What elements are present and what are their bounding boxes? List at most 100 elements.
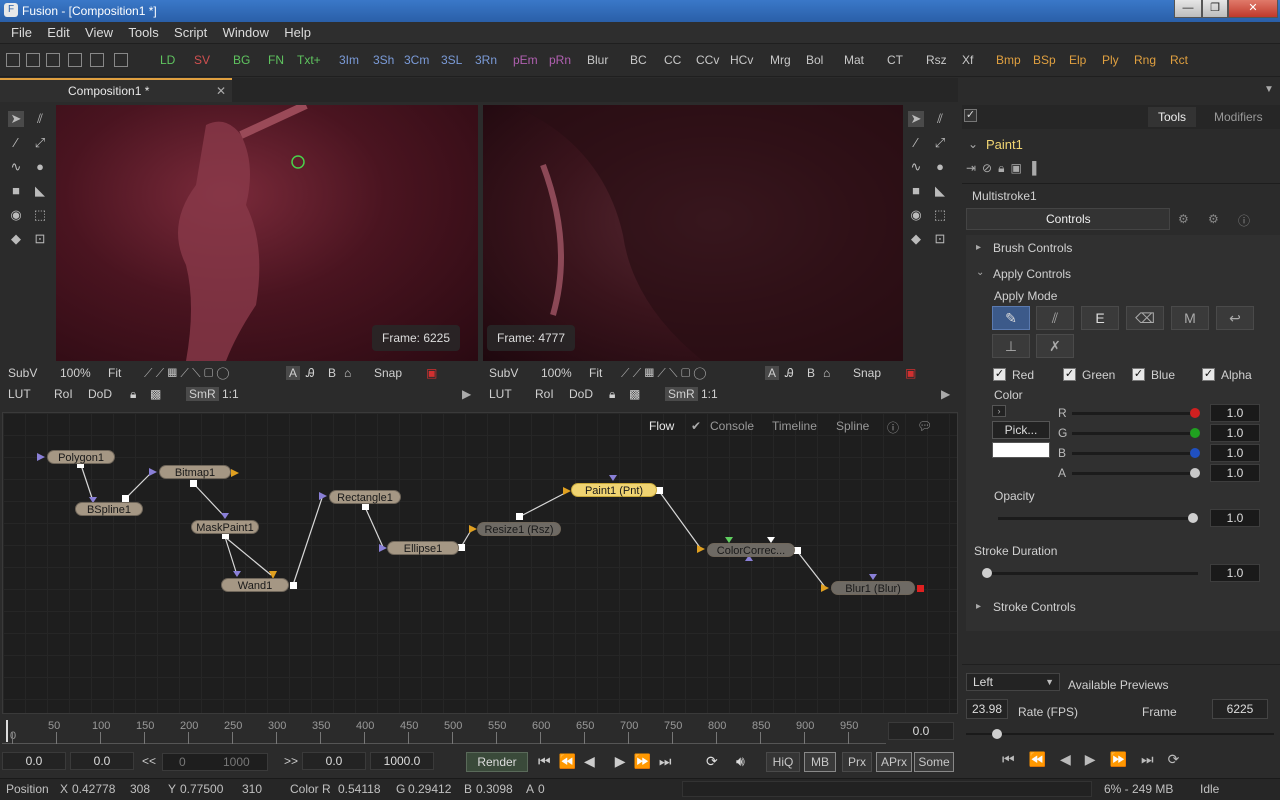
render-end-input[interactable]: 0.0 xyxy=(302,752,366,770)
multistroke-icon[interactable]: ⫽ xyxy=(32,111,48,127)
tool-button-fn[interactable]: FN xyxy=(268,53,284,67)
zoom-level[interactable]: 100% xyxy=(60,366,91,380)
aprx-button[interactable]: APrx xyxy=(876,752,912,772)
layout-tall-icon[interactable] xyxy=(90,53,104,67)
menu-file[interactable]: File xyxy=(5,22,38,43)
expand-icon[interactable]: ▸ xyxy=(976,242,981,253)
channel-b-value[interactable]: 1.0 xyxy=(1210,444,1260,462)
tool-button-mat[interactable]: Mat xyxy=(844,53,864,67)
hiq-button[interactable]: HiQ xyxy=(766,752,800,772)
fit-button[interactable]: Fit xyxy=(108,366,121,380)
menu-view[interactable]: View xyxy=(79,22,119,43)
b-toggle[interactable]: B xyxy=(807,366,815,380)
left-viewer[interactable]: Frame: 6225 xyxy=(56,105,478,361)
settings-icon[interactable]: ⚙ xyxy=(1208,212,1219,226)
channel-r-slider[interactable] xyxy=(1072,412,1194,415)
alpha-checkbox[interactable]: ✓ xyxy=(1202,368,1215,381)
channel-a-slider[interactable] xyxy=(1072,472,1194,475)
tool-button-rct[interactable]: Rct xyxy=(1170,53,1188,67)
menu-script[interactable]: Script xyxy=(168,22,213,43)
apply-wire-icon[interactable]: ✗ xyxy=(1036,334,1074,358)
tool-button-3rn[interactable]: 3Rn xyxy=(475,53,497,67)
tool-button-hcv[interactable]: HCv xyxy=(730,53,753,67)
guides-icon[interactable]: ⌂ xyxy=(823,366,830,380)
menu-tools[interactable]: Tools xyxy=(122,22,164,43)
color-expand-icon[interactable]: › xyxy=(992,405,1006,417)
polyline-icon[interactable]: ∿ xyxy=(8,159,24,175)
color-channel-icon[interactable]: ▣ xyxy=(905,366,916,380)
node-bitmap[interactable]: Bitmap1 xyxy=(159,465,231,479)
fill-icon[interactable]: ◣ xyxy=(32,183,48,199)
minimize-button[interactable]: — xyxy=(1174,0,1202,18)
tool-button-elp[interactable]: Elp xyxy=(1069,53,1086,67)
snap-button[interactable]: Snap xyxy=(853,366,881,380)
audio-icon[interactable]: 🔊︎ xyxy=(736,753,745,770)
node-colorcorrector[interactable]: ColorCorrec... xyxy=(707,543,795,557)
apply-stamp-icon[interactable]: ⊥ xyxy=(992,334,1030,358)
node-maskpaint[interactable]: MaskPaint1 xyxy=(191,520,259,534)
rate-input[interactable]: 23.98 xyxy=(966,699,1008,719)
close-button[interactable]: ✕ xyxy=(1228,0,1278,18)
snap-button[interactable]: Snap xyxy=(374,366,402,380)
lut-button[interactable]: LUT xyxy=(489,387,512,401)
maximize-button[interactable]: ❐ xyxy=(1202,0,1228,18)
tool-button-3im[interactable]: 3Im xyxy=(339,53,359,67)
transport-icons[interactable]: ⏮⏪◀ ▶⏩⏭ xyxy=(538,753,680,770)
brush-controls-header[interactable]: Brush Controls xyxy=(993,241,1072,255)
clone-icon[interactable]: ⤢ xyxy=(32,135,48,151)
tab-composition1[interactable]: Composition1 * ✕ xyxy=(0,78,232,102)
lut-button[interactable]: LUT xyxy=(8,387,31,401)
tool-button-prn[interactable]: pRn xyxy=(549,53,571,67)
b-toggle[interactable]: B xyxy=(328,366,336,380)
node-resize[interactable]: Resize1 (Rsz) xyxy=(477,522,561,536)
tool-button-ccv[interactable]: CCv xyxy=(696,53,719,67)
fill-icon[interactable]: ◣ xyxy=(932,183,948,199)
node-rectangle[interactable]: Rectangle1 xyxy=(329,490,401,504)
loop-icon[interactable]: ⟳ xyxy=(706,753,718,770)
inspector-checkbox[interactable]: ✓ xyxy=(964,109,977,122)
apply-clone-icon[interactable]: ⫽ xyxy=(1036,306,1074,330)
global-start-input[interactable]: 0.0 xyxy=(2,752,66,770)
dod-button[interactable]: DoD xyxy=(88,387,112,401)
tool-button-ply[interactable]: Ply xyxy=(1102,53,1119,67)
gear-icon[interactable]: ⚙ xyxy=(1178,212,1189,226)
channel-g-knob[interactable] xyxy=(1190,428,1200,438)
stroke-duration-knob[interactable] xyxy=(982,568,992,578)
playhead[interactable] xyxy=(6,720,8,742)
roi-button[interactable]: RoI xyxy=(535,387,554,401)
preview-select[interactable]: Left ▼ xyxy=(966,673,1060,691)
channel-r-value[interactable]: 1.0 xyxy=(1210,404,1260,422)
layout-stack-icon[interactable] xyxy=(114,53,128,67)
tool-button-pem[interactable]: pEm xyxy=(513,53,538,67)
text-toggle-icon[interactable]: Ꭿ xyxy=(306,366,315,381)
alpha-toggle[interactable]: A xyxy=(765,366,780,380)
range-slider[interactable]: 0 1000 xyxy=(162,753,268,771)
color-swatch[interactable] xyxy=(992,442,1050,458)
pick-button[interactable]: Pick... xyxy=(992,421,1050,439)
channel-a-value[interactable]: 1.0 xyxy=(1210,464,1260,482)
node-paint[interactable]: Paint1 (Pnt) xyxy=(571,483,657,497)
global-end-input[interactable]: 1000.0 xyxy=(370,752,434,770)
apply-merge-icon[interactable]: M xyxy=(1171,306,1209,330)
alpha-toggle[interactable]: A xyxy=(286,366,301,380)
collapse-icon[interactable]: ⌄ xyxy=(976,267,984,278)
channel-b-slider[interactable] xyxy=(1072,452,1194,455)
apply-undo-icon[interactable]: ↩ xyxy=(1216,306,1254,330)
toolbar-expand-icon[interactable]: ▼ xyxy=(1264,84,1274,95)
apply-emboss-icon[interactable]: E xyxy=(1081,306,1119,330)
opacity-value[interactable]: 1.0 xyxy=(1210,509,1260,527)
subview-button[interactable]: SubV xyxy=(8,366,37,380)
tab-modifiers[interactable]: Modifiers xyxy=(1206,107,1271,127)
opacity-slider-knob[interactable] xyxy=(1188,513,1198,523)
tool-button-rng[interactable]: Rng xyxy=(1134,53,1156,67)
smr-button[interactable]: SmR xyxy=(186,387,219,401)
subview-button[interactable]: SubV xyxy=(489,366,518,380)
zoom-level[interactable]: 100% xyxy=(541,366,572,380)
preview-scrub-knob[interactable] xyxy=(992,729,1002,739)
channel-g-slider[interactable] xyxy=(1072,432,1194,435)
apply-eraser-icon[interactable]: ⌫ xyxy=(1126,306,1164,330)
channel-g-value[interactable]: 1.0 xyxy=(1210,424,1260,442)
checker-icon[interactable]: ▩ xyxy=(629,387,640,401)
stroke-icon[interactable]: ⁄ xyxy=(8,135,24,151)
opacity-slider[interactable] xyxy=(998,517,1194,520)
